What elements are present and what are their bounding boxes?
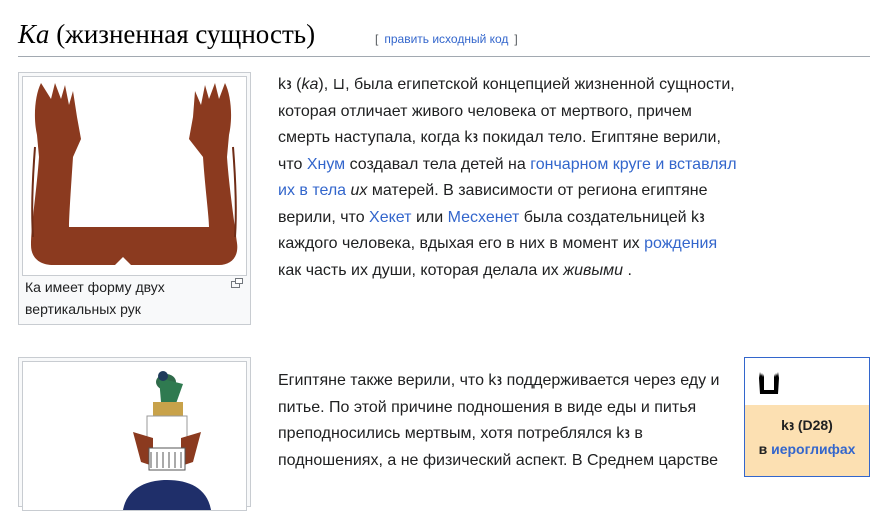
link-meskhenet[interactable]: Месхенет	[448, 209, 520, 226]
hieroglyph-info: kꜣ (D28) в иероглифах	[745, 405, 869, 476]
link-birth[interactable]: рождения	[644, 235, 717, 252]
edit-bracket-open: [	[375, 32, 379, 46]
figure-caption: Ка имеет форму двух вертикальных рук	[25, 279, 165, 317]
italic-text: живыми	[563, 261, 624, 279]
paragraph-ka-concept: kꜣ (ka), ⊔, была египетской концепцией ж…	[278, 72, 738, 284]
edit-section: [ править исходный код]	[375, 32, 518, 46]
link-khnum[interactable]: Хнум	[307, 156, 345, 173]
hieroglyph-caption: в иероглифах	[745, 437, 869, 461]
text: или	[411, 208, 448, 226]
ka-statue-image[interactable]	[22, 361, 247, 511]
text: как часть их души, которая делала их	[278, 261, 564, 279]
ka-statue-icon	[123, 371, 211, 510]
section-title-italic: Ка	[18, 19, 50, 49]
enlarge-icon[interactable]	[231, 278, 243, 288]
link-hieroglyphs[interactable]: иероглифах	[771, 441, 855, 457]
hieroglyph-infobox: kꜣ (D28) в иероглифах	[744, 357, 870, 477]
ka-glyph-inline: ⊔	[332, 76, 346, 93]
section-title: Ка (жизненная сущность)	[18, 14, 315, 54]
text: .	[623, 261, 632, 279]
ka-hieroglyph-icon	[759, 372, 779, 394]
ka-arms-icon	[31, 83, 238, 265]
italic-text: их	[350, 182, 368, 199]
text: ),	[318, 76, 333, 93]
figure-ka-statue	[18, 357, 251, 511]
figure-ka-arms: Ка имеет форму двух вертикальных рук	[18, 72, 251, 325]
text: в	[758, 441, 772, 457]
edit-source-link[interactable]: править исходный код	[384, 32, 508, 46]
text: kꜣ (	[278, 76, 302, 93]
hieroglyph-code: kꜣ (D28)	[781, 417, 833, 433]
ka-arms-image[interactable]	[22, 76, 247, 276]
paragraph-ka-sustenance: Египтяне также верили, что kꜣ поддержива…	[278, 372, 720, 469]
text: создавал тела детей на	[345, 155, 531, 173]
edit-bracket-close: ]	[514, 32, 518, 46]
transliteration: ka	[301, 76, 319, 93]
section-heading: Ка (жизненная сущность) [ править исходны…	[18, 14, 870, 57]
link-heqet[interactable]: Хекет	[369, 209, 411, 226]
section-title-rest: (жизненная сущность)	[49, 19, 316, 49]
